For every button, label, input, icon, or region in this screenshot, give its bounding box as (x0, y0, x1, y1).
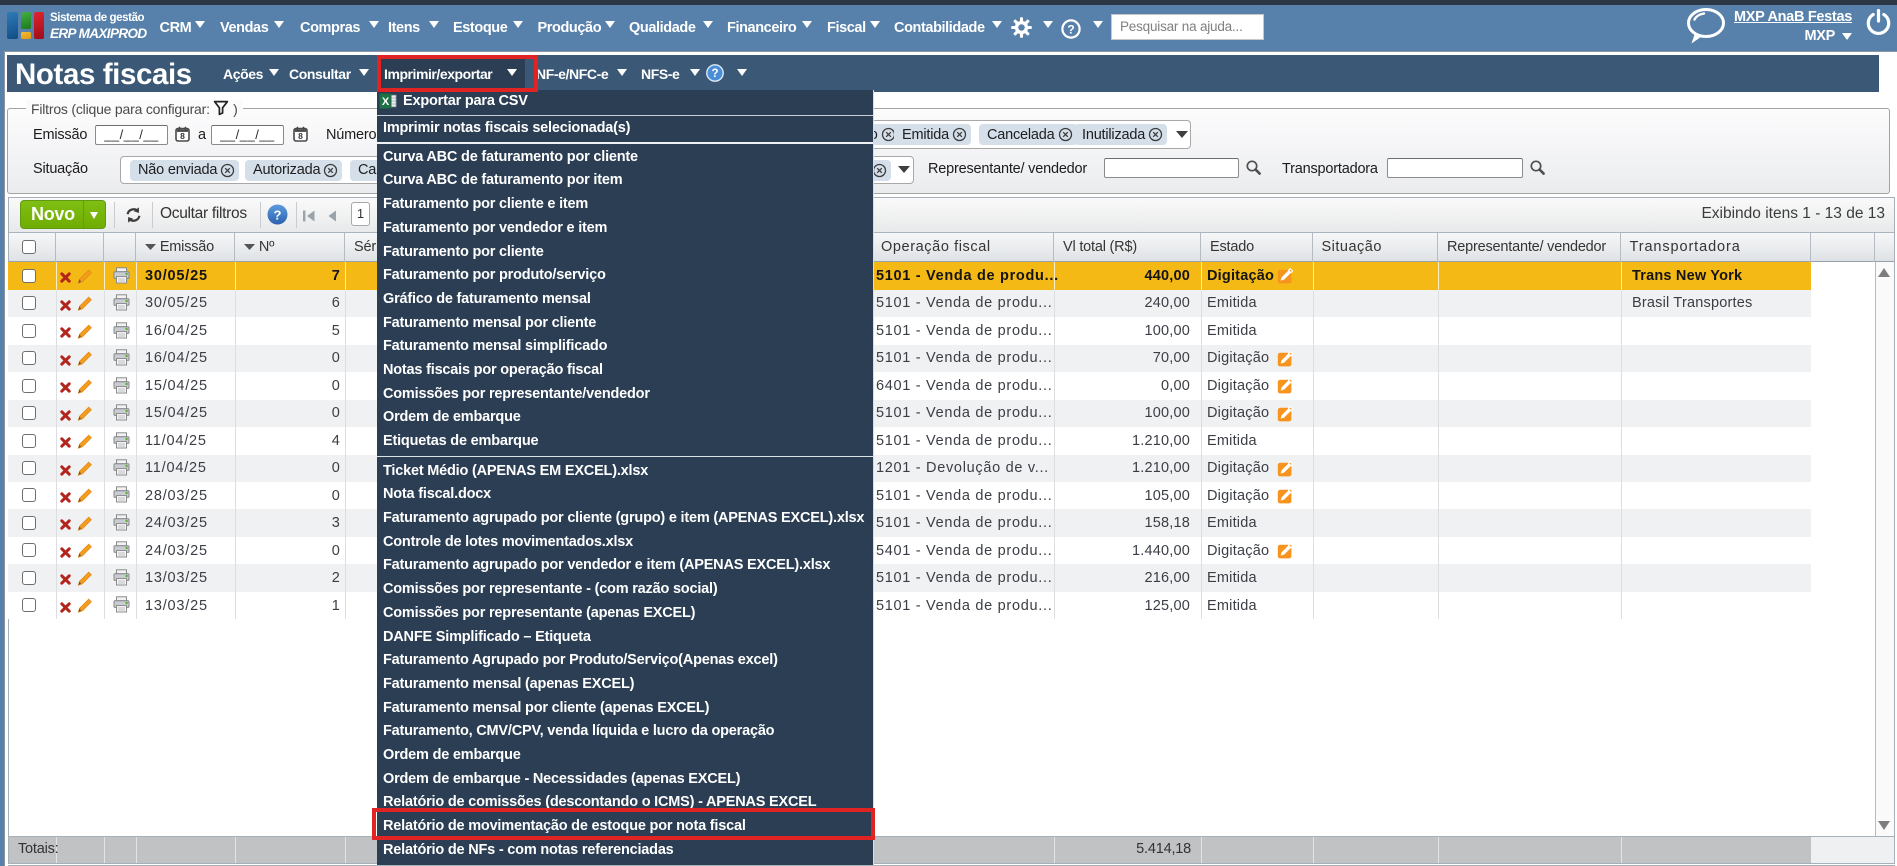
svg-text:?: ? (1067, 23, 1074, 37)
svg-text:X: X (382, 96, 390, 108)
svg-text:?: ? (711, 68, 718, 80)
svg-text:8: 8 (180, 131, 185, 141)
svg-text:?: ? (274, 208, 282, 223)
svg-text:8: 8 (298, 131, 303, 141)
